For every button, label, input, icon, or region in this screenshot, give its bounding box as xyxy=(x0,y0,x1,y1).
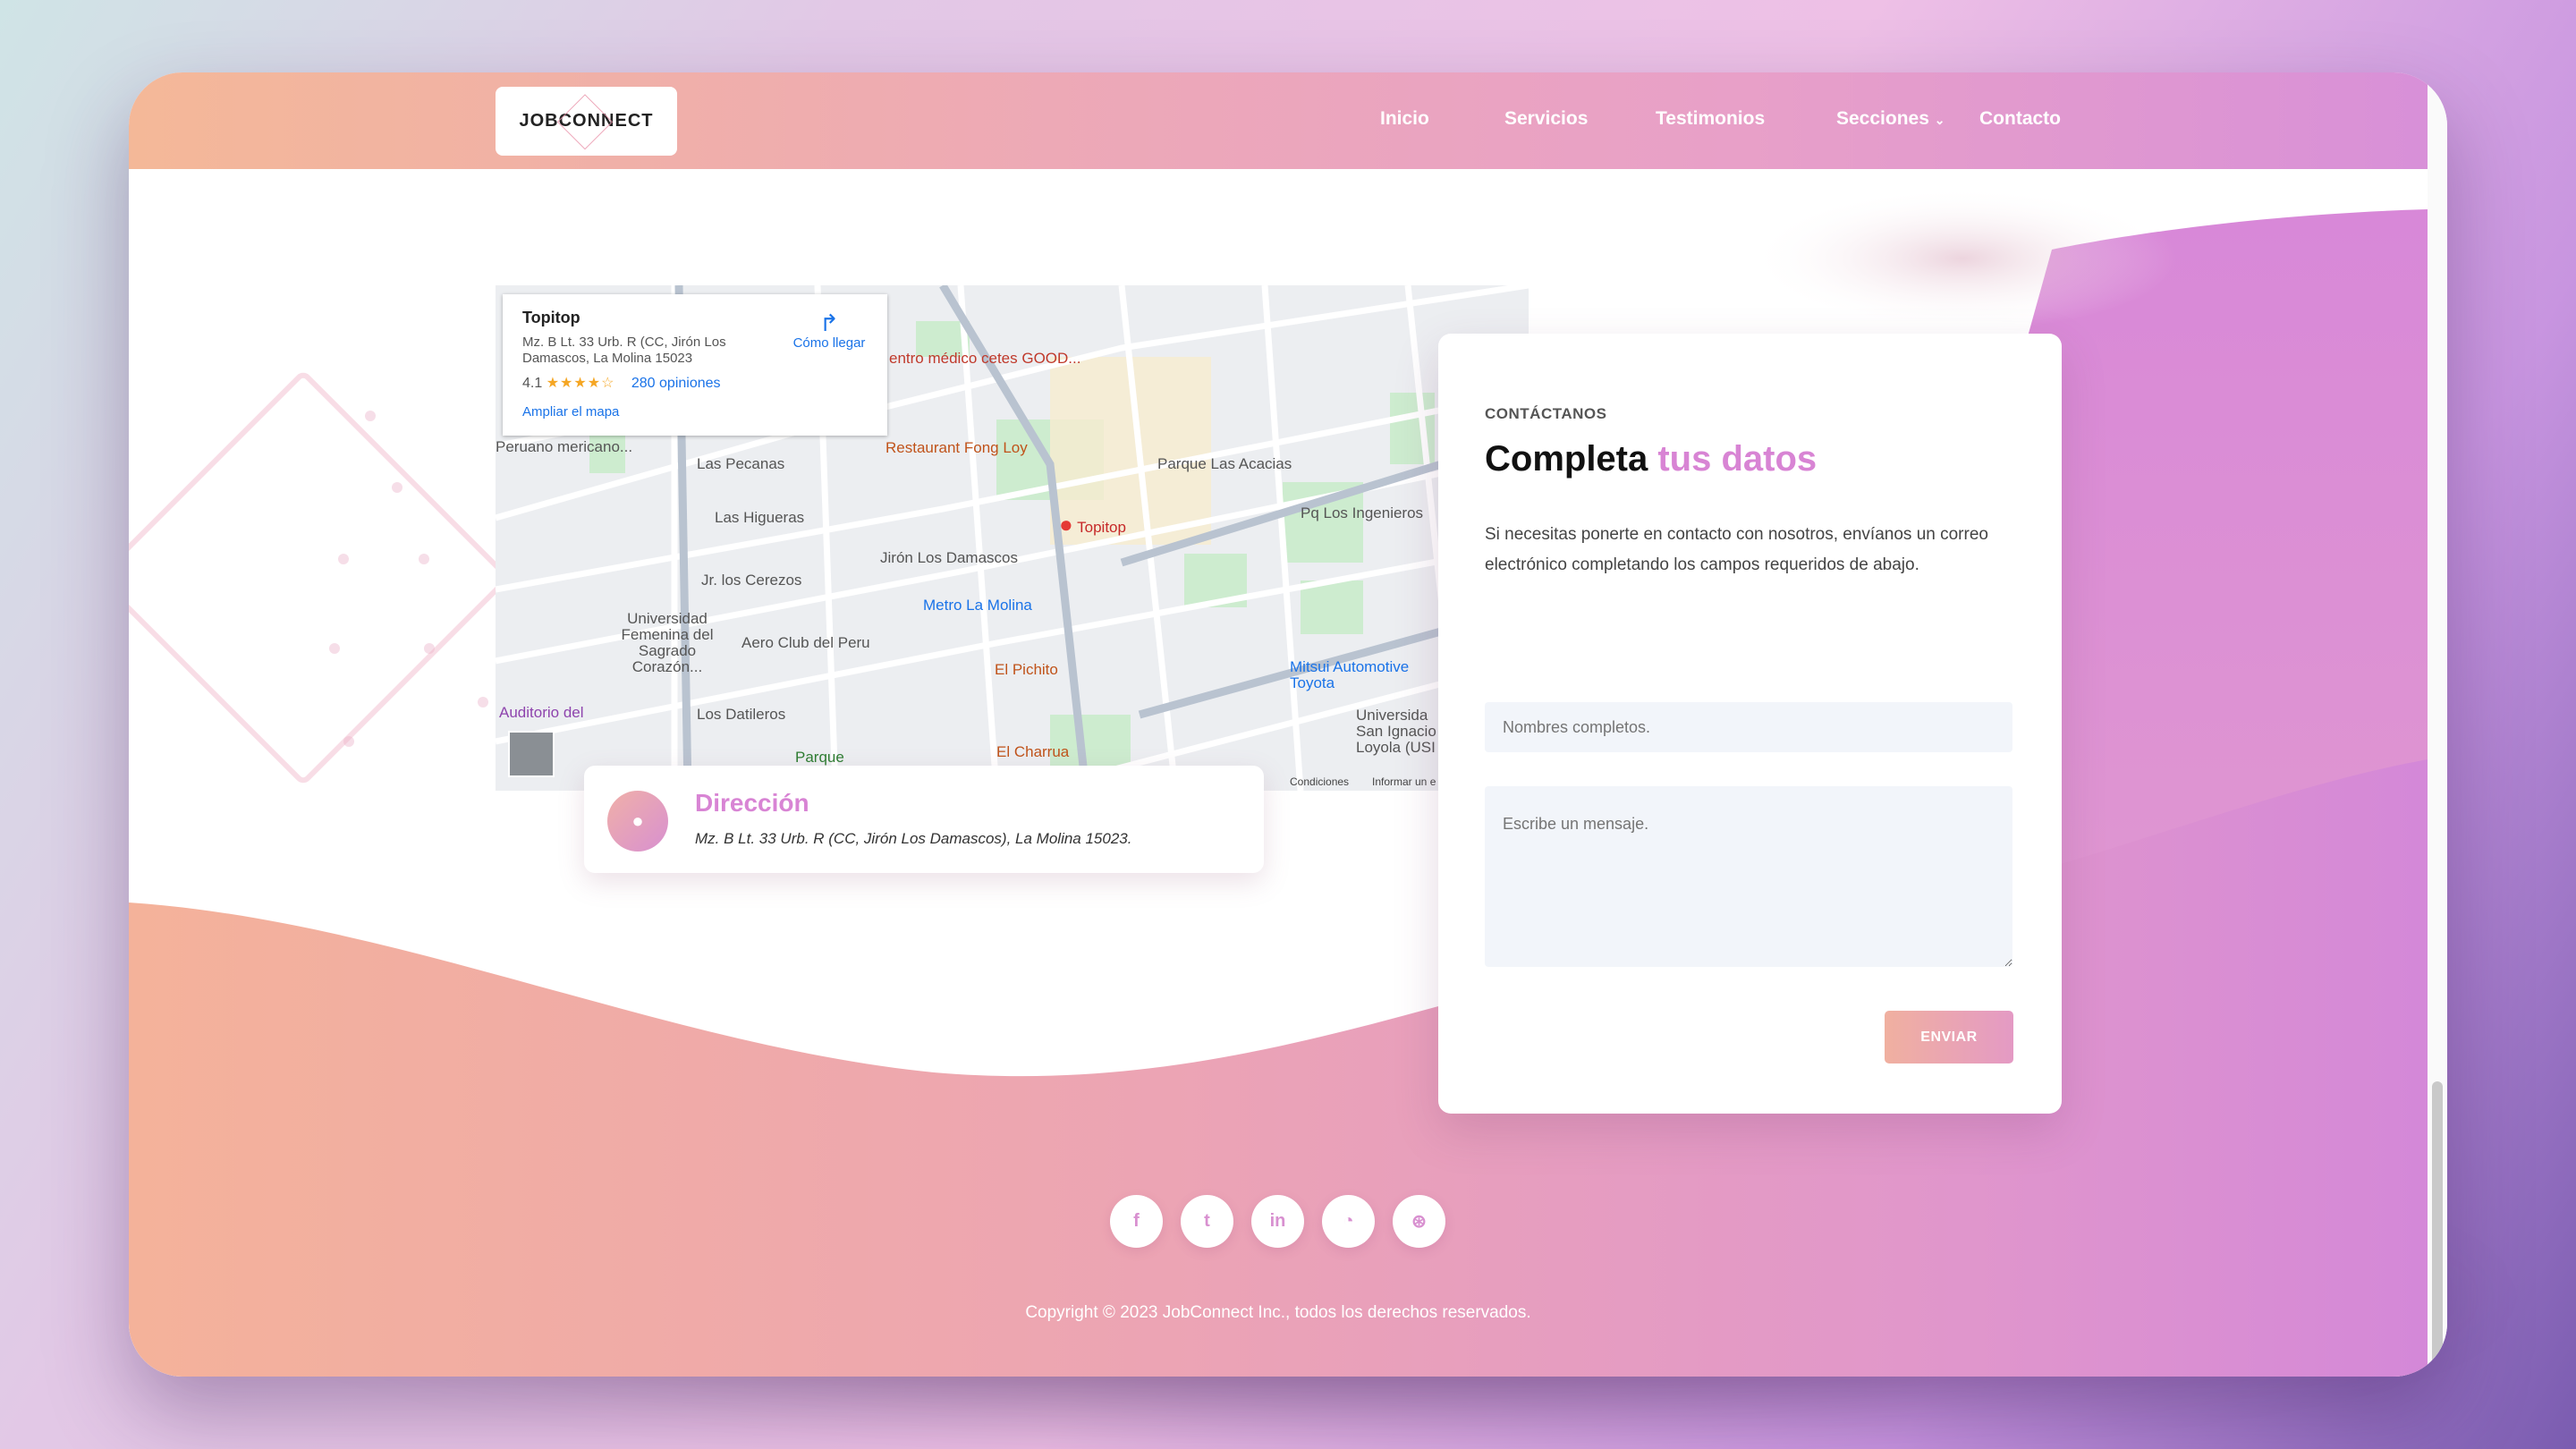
map-terms-link[interactable]: Condiciones xyxy=(1290,775,1349,788)
form-title-main: Completa xyxy=(1485,439,1658,479)
scrollbar-thumb[interactable] xyxy=(2432,1081,2443,1368)
map-label-parque-acacias: Parque Las Acacias xyxy=(1157,455,1292,472)
form-eyebrow: CONTÁCTANOS xyxy=(1485,405,1607,422)
map-pin-icon[interactable]: ● Topitop xyxy=(1059,511,1126,538)
map-enlarge-link[interactable]: Ampliar el mapa xyxy=(522,404,868,419)
nav-contacto[interactable]: Contacto xyxy=(1979,108,2061,130)
address-title: Dirección xyxy=(695,789,809,817)
map-place-address: Mz. B Lt. 33 Urb. R (CC, Jirón Los Damas… xyxy=(522,335,726,366)
map-label-aero-club: Aero Club del Peru xyxy=(741,634,870,651)
name-input[interactable] xyxy=(1485,702,2012,752)
logo-mark xyxy=(556,94,614,150)
map-directions-button[interactable]: ↱ Cómo llegar xyxy=(789,310,869,351)
map-label-dartileros: Los Datileros xyxy=(697,706,786,723)
map-label-san-ignacio: Universida San Ignacio Loyola (USI xyxy=(1356,707,1436,756)
map-label-cerezos: Jr. los Cerezos xyxy=(701,572,802,589)
location-pin-icon: ● xyxy=(607,791,668,852)
address-card: ● Dirección Mz. B Lt. 33 Urb. R (CC, Jir… xyxy=(584,766,1264,873)
linkedin-icon[interactable]: in xyxy=(1251,1195,1304,1248)
nav-secciones-label: Secciones xyxy=(1836,108,1929,129)
map-label-charrua: El Charrua xyxy=(996,743,1070,760)
rss-icon[interactable]: ◔ xyxy=(1322,1195,1375,1248)
map-info-card: Topitop Mz. B Lt. 33 Urb. R (CC, Jirón L… xyxy=(503,294,887,436)
browser-window: JOBCONNECT Inicio Servicios Testimonios … xyxy=(129,72,2447,1377)
map-report-link[interactable]: Informar un e xyxy=(1372,775,1436,788)
dribbble-icon[interactable]: ⊛ xyxy=(1393,1195,1445,1248)
map-label-centro-medico: entro médico cetes GOOD... xyxy=(889,350,1081,367)
message-textarea[interactable] xyxy=(1485,797,2012,967)
map-label-auditorio: Auditorio del xyxy=(499,704,584,721)
social-links: f t in ◔ ⊛ xyxy=(1110,1195,1445,1248)
address-text: Mz. B Lt. 33 Urb. R (CC, Jirón Los Damas… xyxy=(695,830,1132,847)
map-label-parque: Parque xyxy=(795,749,844,766)
map-label-pecanas: Las Pecanas xyxy=(697,455,785,472)
form-title: Completa tus datos xyxy=(1485,439,1817,479)
nav-testimonios[interactable]: Testimonios xyxy=(1656,108,1765,130)
footer-copyright: Copyright © 2023 JobConnect Inc., todos … xyxy=(1025,1303,1531,1322)
map-label-peruano: Peruano mericano... xyxy=(496,438,633,455)
map-label-metro: Metro La Molina xyxy=(923,597,1032,614)
map-label-higueras: Las Higueras xyxy=(715,509,805,526)
map-thumbnail[interactable] xyxy=(508,731,555,777)
nav-secciones[interactable]: Secciones ⌄ xyxy=(1836,108,1945,130)
contact-form: CONTÁCTANOS Completa tus datos Si necesi… xyxy=(1438,334,2062,1114)
map-label-fong-loy: Restaurant Fong Loy xyxy=(886,439,1028,456)
google-map[interactable]: entro médico cetes GOOD... Restaurant Fo… xyxy=(496,285,1529,791)
directions-icon: ↱ xyxy=(819,309,839,336)
form-description: Si necesitas ponerte en contacto con nos… xyxy=(1485,525,1988,574)
facebook-icon[interactable]: f xyxy=(1110,1195,1163,1248)
map-label-mitsui: Mitsui Automotive Toyota xyxy=(1290,658,1410,691)
map-directions-label: Cómo llegar xyxy=(792,335,866,351)
map-rating-value: 4.1 xyxy=(522,376,543,391)
map-label-topitop: Topitop xyxy=(1077,519,1126,536)
form-title-accent: tus datos xyxy=(1657,439,1818,479)
scrollbar[interactable] xyxy=(2428,72,2447,1377)
map-label-universidad: Universidad Femenina del Sagrado Corazón… xyxy=(621,610,714,675)
map-reviews-link[interactable]: 280 opiniones xyxy=(631,376,721,391)
star-rating-icon: ★★★★☆ xyxy=(546,376,615,391)
nav-inicio[interactable]: Inicio xyxy=(1380,108,1429,130)
twitter-icon[interactable]: t xyxy=(1181,1195,1233,1248)
map-label-pq-ingenieros: Pq Los Ingenieros xyxy=(1301,504,1424,521)
logo[interactable]: JOBCONNECT xyxy=(496,87,677,156)
nav-servicios[interactable]: Servicios xyxy=(1504,108,1588,130)
submit-button[interactable]: ENVIAR xyxy=(1885,1011,2013,1063)
map-label-el-pichito: El Pichito xyxy=(995,661,1058,678)
site-header: JOBCONNECT Inicio Servicios Testimonios … xyxy=(129,72,2428,169)
map-rating-row: 4.1 ★★★★☆ 280 opiniones xyxy=(522,374,868,392)
chevron-down-icon: ⌄ xyxy=(1934,113,1945,127)
map-label-damascos: Jirón Los Damascos xyxy=(880,549,1019,566)
